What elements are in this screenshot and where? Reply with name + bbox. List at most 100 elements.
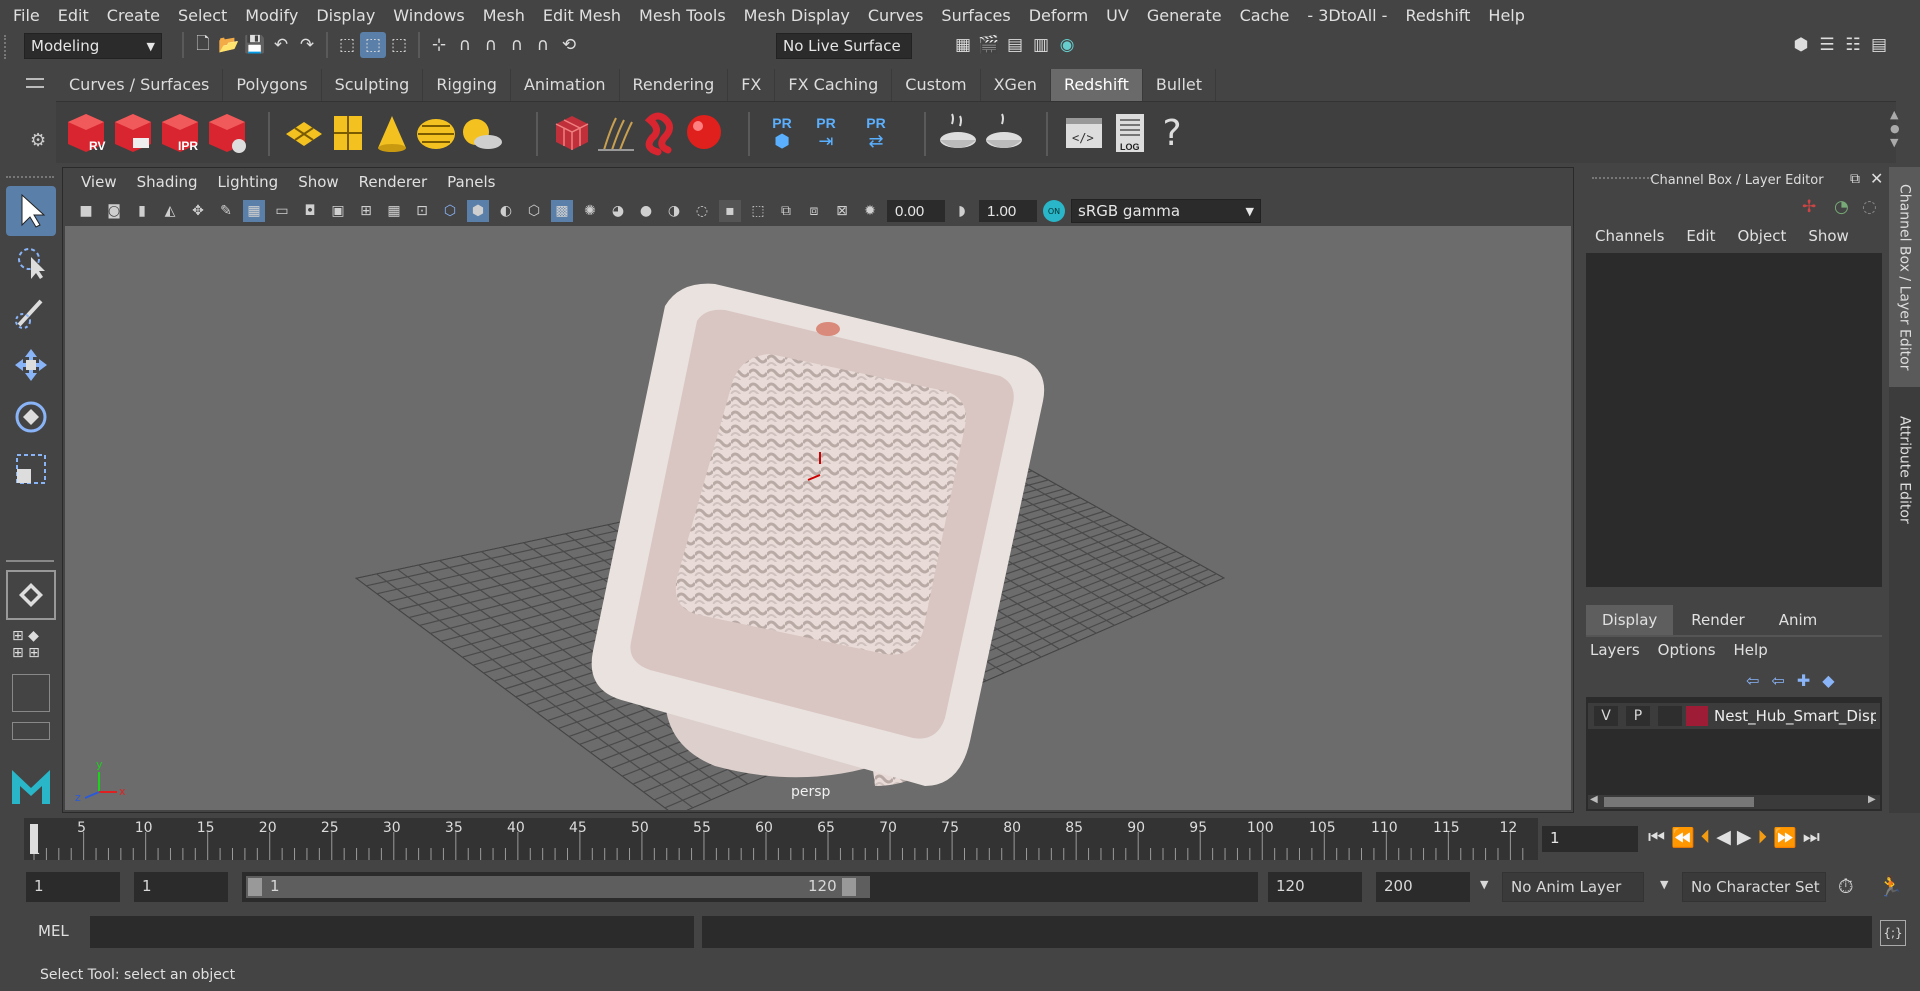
- redshift-volume-icon[interactable]: [638, 110, 682, 156]
- isolate-select-icon[interactable]: ⬚: [747, 200, 769, 222]
- gear-icon[interactable]: ⚙: [30, 130, 46, 151]
- layer-menu-layers[interactable]: Layers: [1590, 641, 1650, 659]
- resolution-gate-icon[interactable]: ◘: [299, 200, 321, 222]
- ipr-render-icon[interactable]: ▤: [1002, 32, 1028, 58]
- motion-blur-icon[interactable]: ◑: [663, 200, 685, 222]
- layer-name[interactable]: Nest_Hub_Smart_Displ: [1714, 707, 1876, 725]
- go-to-start-icon[interactable]: ⏮: [1648, 826, 1665, 849]
- open-scene-icon[interactable]: 📂: [216, 32, 242, 58]
- menu-help[interactable]: Help: [1479, 6, 1533, 25]
- save-scene-icon[interactable]: 💾: [242, 32, 268, 58]
- grip-handle[interactable]: [4, 35, 14, 59]
- channel-box-menu-object[interactable]: Object: [1726, 227, 1797, 245]
- menu-create[interactable]: Create: [98, 6, 169, 25]
- auto-key-icon[interactable]: ⏱: [1838, 874, 1854, 898]
- film-gate-icon[interactable]: ▭: [271, 200, 293, 222]
- gamma-icon[interactable]: ◗: [951, 200, 973, 222]
- tool-settings-icon[interactable]: ☷: [1840, 32, 1866, 58]
- xray-components-icon[interactable]: ⊠: [831, 200, 853, 222]
- menu-redshift[interactable]: Redshift: [1396, 6, 1479, 25]
- menu-deform[interactable]: Deform: [1020, 6, 1097, 25]
- step-back-icon[interactable]: ⏪: [1671, 826, 1695, 849]
- make-live-icon[interactable]: ⟲: [556, 32, 582, 58]
- layer-menu-options[interactable]: Options: [1658, 641, 1726, 659]
- redshift-dome-light-icon[interactable]: [414, 110, 458, 156]
- hypershade-icon[interactable]: ◉: [1054, 32, 1080, 58]
- shadows-icon[interactable]: ◕: [607, 200, 629, 222]
- menu-edit-mesh[interactable]: Edit Mesh: [534, 6, 630, 25]
- shelf-menu-icon[interactable]: [26, 78, 44, 88]
- shelf-tab-xgen[interactable]: XGen: [980, 69, 1051, 101]
- field-chart-icon[interactable]: ⊞: [355, 200, 377, 222]
- exposure-field[interactable]: [887, 200, 945, 222]
- move-layer-down-icon[interactable]: ⇦: [1771, 671, 1784, 690]
- ambient-occlusion-icon[interactable]: ●: [635, 200, 657, 222]
- live-surface-field[interactable]: No Live Surface: [776, 33, 912, 59]
- channel-box-icon[interactable]: ▤: [1866, 32, 1892, 58]
- redshift-settings-icon[interactable]: [205, 110, 249, 156]
- redshift-area-light-icon[interactable]: [282, 110, 326, 156]
- animation-preferences-icon[interactable]: 🏃: [1878, 874, 1903, 898]
- log-file-icon[interactable]: LOG: [1108, 110, 1152, 156]
- shelf-scroll-icon[interactable]: ▲ ● ▼: [1890, 108, 1900, 150]
- mel-input[interactable]: [90, 916, 694, 948]
- shelf-tab-fx[interactable]: FX: [728, 69, 776, 101]
- wireframe-on-shaded-icon[interactable]: ⬡: [523, 200, 545, 222]
- script-editor-icon[interactable]: </>: [1062, 110, 1106, 156]
- menu-modify[interactable]: Modify: [236, 6, 307, 25]
- float-window-icon[interactable]: ⧉: [1850, 171, 1860, 187]
- manipulator-icon[interactable]: ✢: [1802, 197, 1816, 217]
- render-bowl-icon[interactable]: [936, 110, 980, 156]
- close-icon[interactable]: ✕: [1870, 169, 1883, 188]
- menu-select[interactable]: Select: [169, 6, 236, 25]
- image-plane-icon[interactable]: ◭: [159, 200, 181, 222]
- shelf-tab-custom[interactable]: Custom: [892, 69, 981, 101]
- new-layer-empty-icon[interactable]: ✚: [1797, 671, 1810, 690]
- grid-icon[interactable]: ▦: [243, 200, 265, 222]
- anti-aliasing-icon[interactable]: ◌: [691, 200, 713, 222]
- redshift-batch-render-icon[interactable]: [111, 110, 155, 156]
- shelf-tab-rendering[interactable]: Rendering: [619, 69, 729, 101]
- viewport-menu-renderer[interactable]: Renderer: [349, 173, 437, 191]
- menu-edit[interactable]: Edit: [49, 6, 98, 25]
- range-slider-bar-fill[interactable]: [246, 876, 870, 898]
- tab-attribute-editor[interactable]: Attribute Editor: [1889, 395, 1920, 545]
- redshift-material-ball-icon[interactable]: [682, 110, 726, 156]
- shelf-tab-sculpting[interactable]: Sculpting: [321, 69, 424, 101]
- snap-curve-icon[interactable]: ∩: [452, 32, 478, 58]
- nest-hub-model[interactable]: [591, 283, 1045, 786]
- viewport-menu-show[interactable]: Show: [288, 173, 348, 191]
- scale-tool-icon[interactable]: [6, 444, 56, 494]
- move-layer-up-icon[interactable]: ⇦: [1746, 671, 1759, 690]
- textured-icon[interactable]: ▩: [551, 200, 573, 222]
- go-to-end-icon[interactable]: ⏭: [1803, 826, 1820, 849]
- 2d-pan-icon[interactable]: ✥: [187, 200, 209, 222]
- menu-3dtoall[interactable]: - 3DtoAll -: [1298, 6, 1396, 25]
- menu-curves[interactable]: Curves: [859, 6, 933, 25]
- pr-proxy-export-icon[interactable]: PR ⬢: [760, 110, 804, 156]
- scene-start-field[interactable]: 1: [26, 872, 120, 902]
- rotate-tool-icon[interactable]: [6, 392, 56, 442]
- pr-proxy-swap-icon[interactable]: PR ⇄: [854, 110, 898, 156]
- snap-view-icon[interactable]: ∩: [504, 32, 530, 58]
- channel-list[interactable]: [1586, 253, 1882, 587]
- wireframe-icon[interactable]: ⬡: [439, 200, 461, 222]
- undo-icon[interactable]: ↶: [268, 32, 294, 58]
- shelf-tab-animation[interactable]: Animation: [510, 69, 620, 101]
- time-slider[interactable]: 1510152025303540455055606570758085909510…: [24, 818, 1538, 860]
- new-layer-selected-icon[interactable]: ◆: [1822, 671, 1834, 690]
- step-forward-key-icon[interactable]: ⏵: [1758, 826, 1768, 849]
- persp-graph-layout-icon[interactable]: [12, 722, 50, 740]
- paint-select-tool-icon[interactable]: [6, 288, 56, 338]
- render-frame-icon[interactable]: 🎬: [976, 32, 1002, 58]
- menu-display[interactable]: Display: [307, 6, 384, 25]
- gate-mask-icon[interactable]: ▣: [327, 200, 349, 222]
- current-time-marker[interactable]: [30, 824, 38, 854]
- scroll-left-icon[interactable]: ◀: [1590, 794, 1598, 805]
- channel-box-menu-show[interactable]: Show: [1797, 227, 1859, 245]
- viewport-menu-view[interactable]: View: [71, 173, 127, 191]
- menu-cache[interactable]: Cache: [1231, 6, 1299, 25]
- layer-tab-anim[interactable]: Anim: [1762, 605, 1834, 635]
- scrollbar-thumb[interactable]: [1604, 797, 1754, 807]
- select-object-icon[interactable]: ⬚: [360, 32, 386, 58]
